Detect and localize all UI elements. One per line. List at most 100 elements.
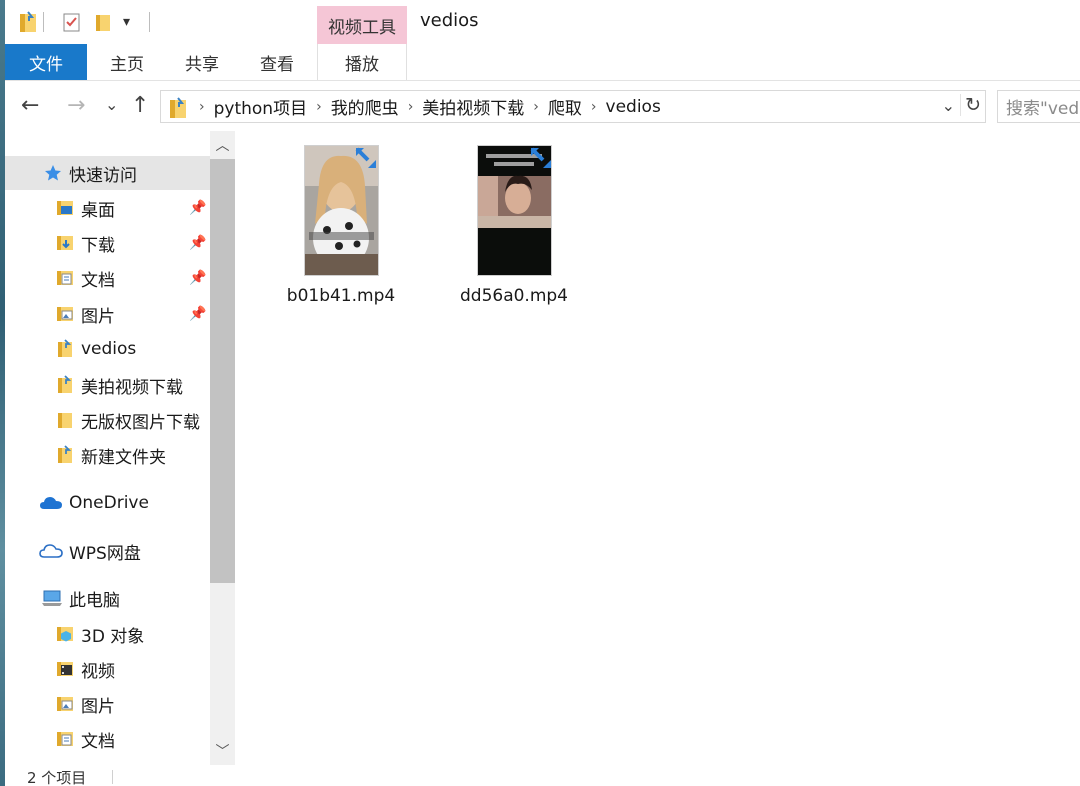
- folder-icon: [169, 96, 189, 118]
- folder-icon: [55, 445, 75, 465]
- scroll-up-arrow-icon[interactable]: ︿: [210, 131, 235, 159]
- nav-label: 文档: [81, 270, 115, 291]
- nav-item-new-folder[interactable]: 新建文件夹: [5, 438, 166, 472]
- item-count: 2 个项目: [27, 769, 87, 786]
- video-tools-context-tab[interactable]: 视频工具: [317, 6, 407, 44]
- nav-item-pc-documents[interactable]: 文档: [5, 722, 115, 756]
- nav-item-documents[interactable]: 文档: [5, 261, 115, 295]
- nav-item-downloads[interactable]: 下载: [5, 226, 115, 260]
- search-input[interactable]: 搜索"vedios": [997, 90, 1080, 123]
- nav-onedrive[interactable]: OneDrive: [5, 486, 149, 520]
- new-folder-icon[interactable]: [95, 10, 111, 34]
- tab-view[interactable]: 查看: [237, 44, 317, 80]
- folder-icon: [55, 375, 75, 395]
- scrollbar-thumb[interactable]: [210, 159, 235, 583]
- video-thumbnail: [476, 145, 552, 276]
- 3d-objects-folder-icon: [55, 624, 75, 644]
- nav-item-pictures[interactable]: 图片: [5, 297, 115, 331]
- nav-item-vedios[interactable]: vedios: [5, 332, 136, 366]
- nav-item-free-images[interactable]: 无版权图片下载: [5, 403, 200, 437]
- nav-label: vedios: [81, 339, 137, 359]
- cloud-outline-icon: [39, 541, 63, 561]
- star-icon: [43, 163, 63, 183]
- download-folder-icon: [55, 233, 75, 253]
- nav-item-3d-objects[interactable]: 3D 对象: [5, 617, 144, 651]
- nav-label: 3D 对象: [81, 626, 145, 647]
- breadcrumb-item-current[interactable]: vedios: [606, 97, 661, 117]
- shortcut-arrows-icon: [355, 147, 376, 168]
- nav-item-meipai-download[interactable]: 美拍视频下载: [5, 368, 183, 402]
- window-title: vedios: [420, 10, 479, 31]
- tab-file[interactable]: 文件: [5, 44, 87, 80]
- breadcrumb-chevron-icon[interactable]: ›: [316, 99, 322, 115]
- file-explorer-window: ▾ 视频工具 vedios 文件 主页 共享 查看 播放 ← → ⌄ ↑ › p…: [5, 0, 1080, 786]
- folder-icon: [55, 410, 75, 430]
- pin-icon[interactable]: 📌: [189, 200, 206, 216]
- desktop-folder-icon: [55, 198, 75, 218]
- file-name[interactable]: dd56a0.mp4: [460, 286, 568, 306]
- nav-label: 无版权图片下载: [81, 412, 200, 433]
- breadcrumb-item[interactable]: python项目: [214, 94, 307, 119]
- video-folder-icon: [55, 659, 75, 679]
- address-bar[interactable]: › python项目 › 我的爬虫 › 美拍视频下载 › 爬取 › vedios…: [160, 90, 986, 123]
- nav-label: 下载: [81, 235, 115, 256]
- qa-separator: [149, 12, 150, 32]
- status-bar: 2 个项目: [5, 765, 1080, 786]
- ribbon-tabs: 文件 主页 共享 查看 播放: [5, 44, 1080, 81]
- properties-icon[interactable]: [63, 10, 81, 34]
- nav-label: 文档: [81, 731, 115, 752]
- breadcrumb-item[interactable]: 我的爬虫: [331, 94, 399, 119]
- file-item[interactable]: b01b41.mp4: [251, 145, 431, 315]
- nav-item-videos[interactable]: 视频: [5, 652, 115, 686]
- navigation-pane: 快速访问 桌面 📌 下载 📌 文档 📌 图片 📌 vedios 美拍视频下载 无…: [5, 131, 235, 765]
- refresh-icon[interactable]: ↻: [960, 94, 981, 116]
- nav-quick-access[interactable]: 快速访问: [5, 156, 210, 190]
- file-item[interactable]: dd56a0.mp4: [424, 145, 604, 315]
- title-bar: ▾ 视频工具 vedios: [5, 0, 1080, 44]
- status-separator: [112, 770, 113, 784]
- cloud-icon: [39, 493, 63, 513]
- breadcrumb-item[interactable]: 美拍视频下载: [422, 94, 524, 119]
- shortcut-arrows-icon: [530, 147, 551, 168]
- folder-icon: [55, 339, 75, 359]
- nav-label: OneDrive: [69, 493, 149, 513]
- customize-toolbar-dropdown-icon[interactable]: ▾: [123, 10, 130, 34]
- nav-label: 图片: [81, 696, 115, 717]
- documents-folder-icon: [55, 268, 75, 288]
- tab-play[interactable]: 播放: [317, 44, 407, 80]
- nav-label: 新建文件夹: [81, 447, 166, 468]
- file-list-view[interactable]: b01b41.mp4 dd56a0.mp4: [237, 131, 1080, 765]
- pictures-folder-icon: [55, 304, 75, 324]
- breadcrumb-chevron-icon[interactable]: ›: [199, 99, 205, 115]
- up-button[interactable]: ↑: [131, 93, 149, 118]
- pin-icon[interactable]: 📌: [189, 235, 206, 251]
- navigation-bar: ← → ⌄ ↑ › python项目 › 我的爬虫 › 美拍视频下载 › 爬取 …: [5, 81, 1080, 131]
- nav-label: 美拍视频下载: [81, 377, 183, 398]
- forward-button[interactable]: →: [67, 93, 85, 118]
- breadcrumb-chevron-icon[interactable]: ›: [408, 99, 414, 115]
- nav-label: 桌面: [81, 200, 115, 221]
- nav-wps-drive[interactable]: WPS网盘: [5, 534, 141, 568]
- breadcrumb-chevron-icon[interactable]: ›: [533, 99, 539, 115]
- address-history-dropdown-icon[interactable]: ⌄: [942, 96, 955, 115]
- navpane-scrollbar[interactable]: ︿ ﹀: [210, 131, 235, 765]
- pin-icon[interactable]: 📌: [189, 306, 206, 322]
- nav-item-desktop[interactable]: 桌面: [5, 191, 115, 225]
- nav-label: 此电脑: [69, 590, 120, 611]
- scroll-down-arrow-icon[interactable]: ﹀: [210, 737, 235, 765]
- breadcrumb-item[interactable]: 爬取: [548, 94, 582, 119]
- recent-locations-button[interactable]: ⌄: [105, 95, 118, 114]
- back-button[interactable]: ←: [21, 93, 39, 118]
- nav-label: WPS网盘: [69, 543, 141, 564]
- tab-home[interactable]: 主页: [87, 44, 167, 80]
- nav-label: 视频: [81, 661, 115, 682]
- nav-this-pc[interactable]: 此电脑: [5, 581, 120, 615]
- pictures-folder-icon: [55, 694, 75, 714]
- app-folder-icon: [19, 10, 37, 34]
- tab-share[interactable]: 共享: [167, 44, 237, 80]
- nav-item-pc-pictures[interactable]: 图片: [5, 687, 115, 721]
- pin-icon[interactable]: 📌: [189, 270, 206, 286]
- breadcrumb-chevron-icon[interactable]: ›: [591, 99, 597, 115]
- computer-icon: [41, 588, 63, 608]
- file-name[interactable]: b01b41.mp4: [287, 286, 395, 306]
